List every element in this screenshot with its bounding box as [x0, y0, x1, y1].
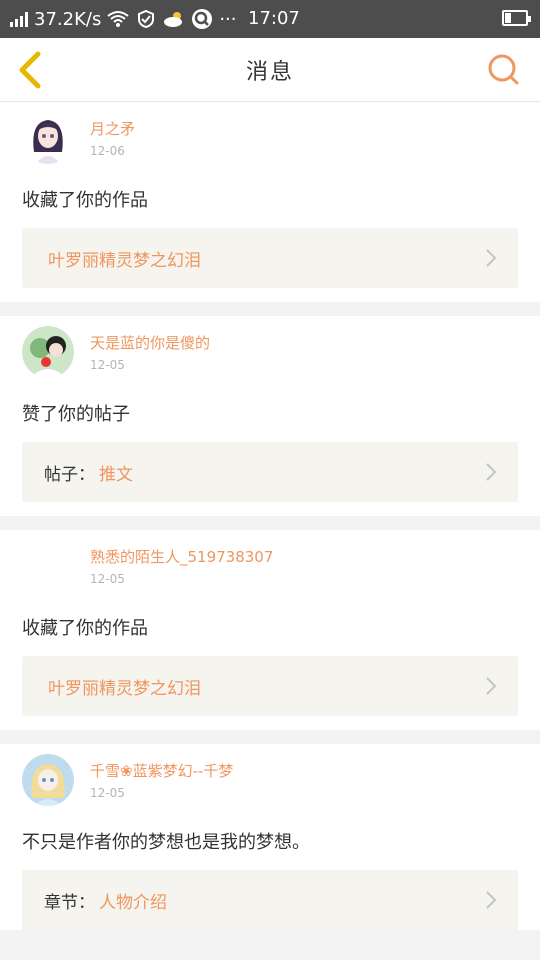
network-speed: 37.2K/s [34, 8, 102, 30]
search-icon [488, 54, 519, 85]
username[interactable]: 月之矛 [90, 118, 135, 139]
chevron-right-icon [486, 891, 497, 909]
target-link[interactable]: 叶罗丽精灵梦之幻泪 [22, 228, 518, 288]
date: 12-05 [90, 572, 125, 586]
notification-list: 月之矛 12-06 收藏了你的作品 叶罗丽精灵梦之幻泪 天是蓝的你是傻的 12-… [0, 102, 540, 930]
notification-card: 熟悉的陌生人_519738307 12-05 收藏了你的作品 叶罗丽精灵梦之幻泪 [0, 530, 540, 730]
search-app-icon [191, 8, 213, 30]
action-text: 收藏了你的作品 [22, 190, 148, 211]
date: 12-05 [90, 358, 125, 372]
avatar[interactable] [22, 540, 74, 592]
battery-icon [502, 10, 531, 26]
page-title: 消息 [245, 59, 294, 85]
chevron-right-icon [486, 249, 497, 267]
weather-cloud-icon [163, 8, 185, 30]
back-button[interactable] [14, 50, 50, 90]
action-text: 不只是作者你的梦想也是我的梦想。 [22, 832, 310, 853]
search-button[interactable] [486, 52, 522, 88]
notification-card: 月之矛 12-06 收藏了你的作品 叶罗丽精灵梦之幻泪 [0, 102, 540, 302]
wifi-icon [107, 8, 129, 30]
avatar[interactable] [22, 326, 74, 378]
target-title: 推文 [99, 464, 133, 485]
target-link[interactable]: 帖子： 推文 [22, 442, 518, 502]
chevron-right-icon [486, 677, 497, 695]
action-text: 赞了你的帖子 [22, 404, 130, 425]
chevron-left-icon [19, 51, 41, 89]
target-prefix: 章节： [44, 892, 95, 913]
signal-icon [10, 11, 28, 27]
target-link[interactable]: 章节： 人物介绍 [22, 870, 518, 930]
target-title: 人物介绍 [99, 892, 167, 913]
action-text: 收藏了你的作品 [22, 618, 148, 639]
chevron-right-icon [486, 463, 497, 481]
date: 12-05 [90, 786, 125, 800]
target-prefix: 帖子： [44, 464, 95, 485]
username[interactable]: 熟悉的陌生人_519738307 [90, 546, 273, 567]
target-link[interactable]: 叶罗丽精灵梦之幻泪 [22, 656, 518, 716]
avatar[interactable] [22, 754, 74, 806]
avatar[interactable] [22, 112, 74, 164]
avatar-girl-purple-hair-icon [22, 112, 74, 164]
notification-card: 天是蓝的你是傻的 12-05 赞了你的帖子 帖子： 推文 [0, 316, 540, 516]
avatar-couple-green-icon [22, 326, 74, 378]
top-bar: 消息 [0, 38, 540, 102]
target-title: 叶罗丽精灵梦之幻泪 [48, 250, 201, 271]
status-bar: 37.2K/s ··· 17:07 [0, 0, 540, 38]
username[interactable]: 千雪❀蓝紫梦幻--千梦 [90, 760, 233, 781]
more-dots: ··· [219, 8, 237, 30]
clock: 17:07 [248, 8, 300, 29]
target-title: 叶罗丽精灵梦之幻泪 [48, 678, 201, 699]
date: 12-06 [90, 144, 125, 158]
notification-card: 千雪❀蓝紫梦幻--千梦 12-05 不只是作者你的梦想也是我的梦想。 章节： 人… [0, 744, 540, 930]
avatar-girl-blonde-icon [22, 754, 74, 806]
shield-check-icon [135, 8, 157, 30]
username[interactable]: 天是蓝的你是傻的 [90, 332, 210, 353]
